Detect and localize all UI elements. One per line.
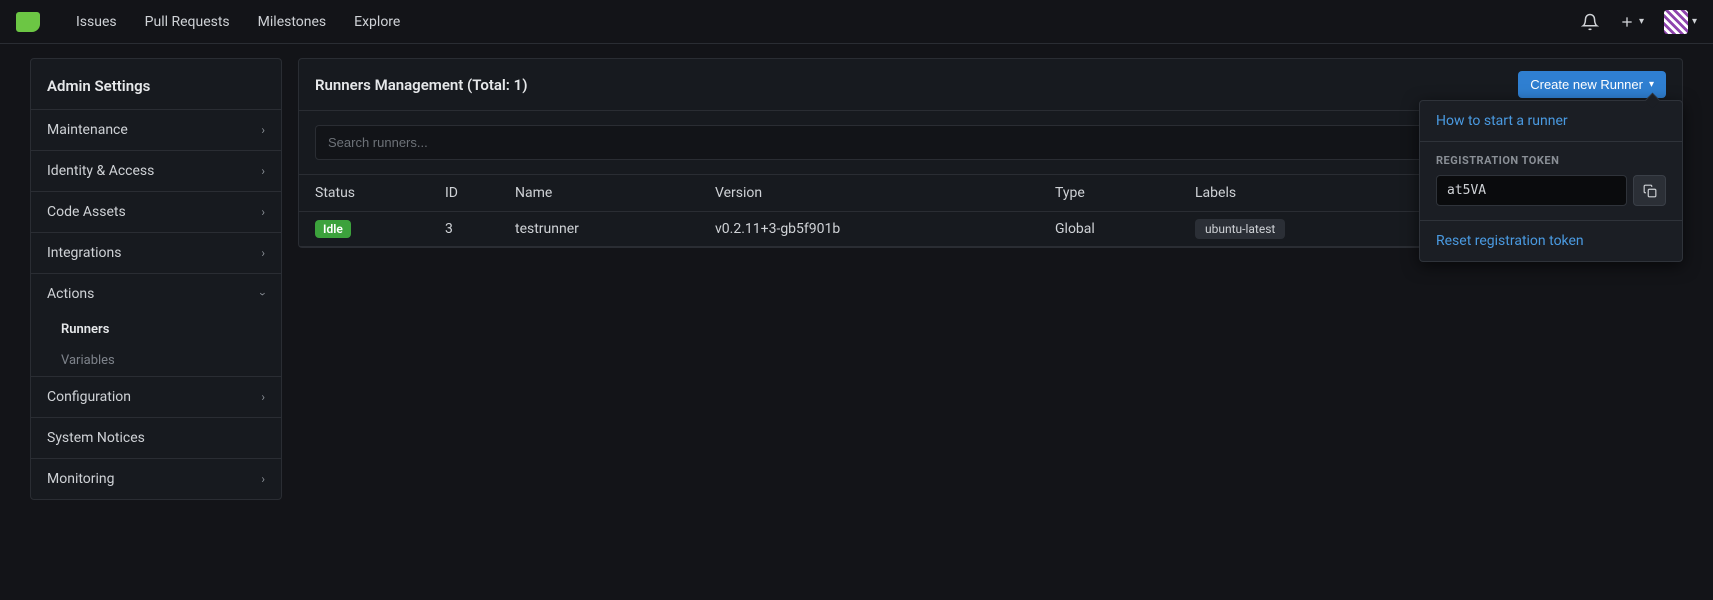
top-navbar: Issues Pull Requests Milestones Explore … [0, 0, 1713, 44]
sidebar-item-identity-access[interactable]: Identity & Access › [31, 150, 281, 191]
sidebar-item-maintenance[interactable]: Maintenance › [31, 109, 281, 150]
cell-type: Global [1039, 212, 1179, 247]
chevron-right-icon: › [261, 472, 265, 486]
chevron-down-icon: ▾ [1692, 16, 1697, 27]
button-label: Create new Runner [1530, 77, 1643, 92]
sidebar-item-label: Monitoring [47, 471, 115, 487]
col-type: Type [1039, 175, 1179, 212]
label-tag: ubuntu-latest [1195, 219, 1285, 239]
chevron-right-icon: › [261, 164, 265, 178]
chevron-down-icon: ▾ [1639, 16, 1644, 27]
sidebar-item-monitoring[interactable]: Monitoring › [31, 458, 281, 499]
create-menu[interactable]: ▾ [1619, 14, 1644, 30]
sidebar-item-label: Integrations [47, 245, 121, 261]
create-runner-button[interactable]: Create new Runner ▾ [1518, 71, 1666, 98]
sidebar-item-system-notices[interactable]: System Notices [31, 417, 281, 458]
sidebar-item-actions[interactable]: Actions › [31, 273, 281, 314]
copy-token-button[interactable] [1633, 175, 1666, 206]
col-name: Name [499, 175, 699, 212]
sidebar-item-label: Maintenance [47, 122, 128, 138]
reset-token-link[interactable]: Reset registration token [1420, 221, 1682, 261]
sidebar-item-integrations[interactable]: Integrations › [31, 232, 281, 273]
nav-link-issues[interactable]: Issues [76, 14, 117, 30]
registration-token-label: REGISTRATION TOKEN [1436, 154, 1666, 167]
panel-title: Runners Management (Total: 1) [315, 76, 527, 94]
sidebar-subitem-variables[interactable]: Variables [31, 345, 281, 376]
create-runner-dropdown: How to start a runner REGISTRATION TOKEN… [1419, 100, 1683, 262]
sidebar-item-label: Configuration [47, 389, 131, 405]
col-id: ID [429, 175, 499, 212]
copy-icon [1643, 184, 1657, 198]
chevron-down-icon: ▾ [1649, 79, 1654, 90]
how-to-start-link[interactable]: How to start a runner [1420, 101, 1682, 141]
registration-token-input[interactable] [1436, 175, 1627, 206]
sidebar-item-code-assets[interactable]: Code Assets › [31, 191, 281, 232]
admin-sidebar: Admin Settings Maintenance › Identity & … [30, 58, 282, 500]
avatar [1664, 10, 1688, 34]
sidebar-item-label: System Notices [47, 430, 145, 446]
nav-link-pull-requests[interactable]: Pull Requests [145, 14, 230, 30]
cell-version: v0.2.11+3-gb5f901b [699, 212, 1039, 247]
chevron-right-icon: › [261, 123, 265, 137]
cell-id: 3 [429, 212, 499, 247]
sidebar-item-label: Identity & Access [47, 163, 154, 179]
chevron-right-icon: › [261, 390, 265, 404]
col-status: Status [299, 175, 429, 212]
nav-link-milestones[interactable]: Milestones [258, 14, 327, 30]
sidebar-item-configuration[interactable]: Configuration › [31, 376, 281, 417]
sidebar-item-label: Actions [47, 286, 94, 302]
chevron-down-icon: › [256, 292, 270, 296]
chevron-right-icon: › [261, 246, 265, 260]
col-labels: Labels [1179, 175, 1429, 212]
sidebar-item-label: Code Assets [47, 204, 126, 220]
sidebar-subitem-runners[interactable]: Runners [31, 314, 281, 345]
site-logo[interactable] [16, 12, 40, 32]
sidebar-title: Admin Settings [31, 59, 281, 109]
cell-name: testrunner [499, 212, 699, 247]
col-version: Version [699, 175, 1039, 212]
chevron-right-icon: › [261, 205, 265, 219]
status-badge: Idle [315, 220, 351, 238]
user-menu[interactable]: ▾ [1664, 10, 1697, 34]
notifications-icon[interactable] [1581, 13, 1599, 31]
nav-link-explore[interactable]: Explore [354, 14, 400, 30]
